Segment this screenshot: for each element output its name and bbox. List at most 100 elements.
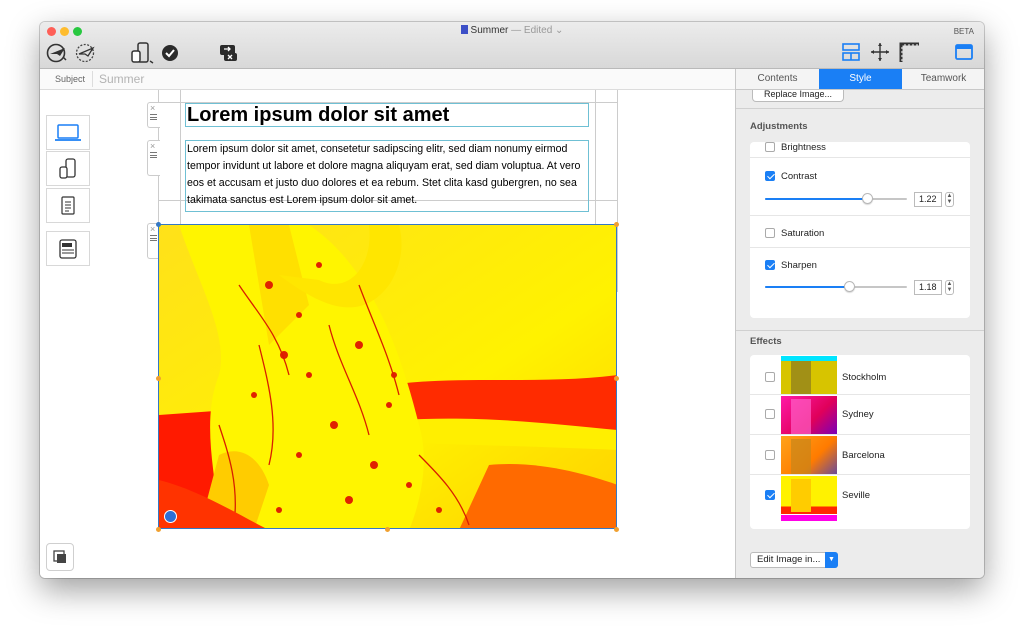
brightness-label: Brightness xyxy=(781,142,826,153)
ruler-icon[interactable] xyxy=(898,41,920,63)
effect-sydney[interactable]: Sydney xyxy=(750,395,970,435)
thumbnail-overflow xyxy=(781,515,837,521)
close-icon[interactable]: × xyxy=(150,103,155,113)
document-preview-button[interactable] xyxy=(46,188,90,223)
contrast-stepper[interactable]: ▲ ▼ xyxy=(945,192,954,207)
share-plane-icon[interactable] xyxy=(45,42,69,64)
image-edit-badge[interactable] xyxy=(164,510,177,523)
effect-barcelona[interactable]: Barcelona xyxy=(750,435,970,475)
barcelona-thumbnail xyxy=(781,436,837,474)
contrast-slider-knob[interactable] xyxy=(862,193,873,204)
beta-badge: BETA xyxy=(953,27,974,36)
move-icon[interactable] xyxy=(869,41,891,63)
sharpen-stepper[interactable]: ▲ ▼ xyxy=(945,280,954,295)
barcelona-checkbox[interactable] xyxy=(765,450,775,460)
saturation-checkbox[interactable] xyxy=(765,228,775,238)
barcelona-label: Barcelona xyxy=(842,450,885,461)
effects-title: Effects xyxy=(750,336,782,347)
contrast-value-field[interactable]: 1.22 xyxy=(914,192,942,207)
device-preview-icon[interactable] xyxy=(130,41,156,65)
subject-label: Subject xyxy=(55,74,86,84)
seville-checkbox[interactable] xyxy=(765,490,775,500)
sharpen-row: Sharpen 1.18 ▲ ▼ xyxy=(750,248,970,318)
check-badge-icon[interactable] xyxy=(161,44,179,62)
divider xyxy=(92,71,93,87)
sharpen-label: Sharpen xyxy=(781,260,817,271)
subject-bar: Subject Summer xyxy=(40,69,735,90)
laptop-icon xyxy=(55,123,81,141)
thumb-figure xyxy=(791,399,811,434)
stockholm-checkbox[interactable] xyxy=(765,372,775,382)
menu-icon[interactable] xyxy=(150,114,157,120)
newsletter-preview-button[interactable] xyxy=(46,231,90,266)
brightness-checkbox[interactable] xyxy=(765,142,775,152)
tab-teamwork[interactable]: Teamwork xyxy=(902,69,984,89)
toolbar: Summer — Edited ⌄ BETA xyxy=(40,22,984,69)
block-handle[interactable]: × xyxy=(147,102,160,128)
paragraph-text[interactable]: Lorem ipsum dolor sit amet, consetetur s… xyxy=(185,140,589,212)
resize-handle[interactable] xyxy=(614,376,619,381)
thumb-figure xyxy=(791,361,811,394)
phone-tablet-icon xyxy=(59,157,76,179)
resize-handle[interactable] xyxy=(614,222,619,227)
sidebar-toggle-icon[interactable] xyxy=(954,42,974,62)
stockholm-label: Stockholm xyxy=(842,372,887,383)
close-icon[interactable]: × xyxy=(150,224,155,234)
sharpen-checkbox[interactable] xyxy=(765,260,775,270)
seville-label: Seville xyxy=(842,490,870,501)
chevron-down-icon[interactable]: ⌄ xyxy=(552,25,563,36)
block-handle[interactable]: × xyxy=(147,140,160,176)
chevron-down-icon[interactable]: ▼ xyxy=(825,552,838,568)
resize-handle[interactable] xyxy=(385,527,390,532)
tab-style[interactable]: Style xyxy=(819,69,902,89)
seville-thumbnail xyxy=(781,476,837,514)
sharpen-slider[interactable] xyxy=(765,286,907,288)
subject-input[interactable]: Summer xyxy=(99,72,144,86)
contrast-slider[interactable] xyxy=(765,198,907,200)
saturation-row: Saturation xyxy=(750,216,970,248)
effect-stockholm[interactable]: Stockholm xyxy=(750,355,970,395)
resize-handle[interactable] xyxy=(614,527,619,532)
layout-icon[interactable] xyxy=(840,41,862,63)
resize-handle[interactable] xyxy=(156,527,161,532)
heading-text[interactable]: Lorem ipsum dolor sit amet xyxy=(185,103,589,127)
resize-handle[interactable] xyxy=(156,376,161,381)
saturation-label: Saturation xyxy=(781,228,825,239)
layers-icon xyxy=(53,550,66,563)
publish-plane-icon[interactable] xyxy=(73,42,97,64)
window-title: Summer — Edited ⌄ xyxy=(40,25,984,36)
sharpen-slider-knob[interactable] xyxy=(844,281,855,292)
contrast-label: Contrast xyxy=(781,171,817,182)
sharpen-value-field[interactable]: 1.18 xyxy=(914,280,942,295)
contrast-slider-fill xyxy=(765,198,867,200)
layers-button[interactable] xyxy=(46,543,74,571)
divider xyxy=(736,108,984,109)
close-icon[interactable]: × xyxy=(150,141,155,151)
sharpen-slider-fill xyxy=(765,286,849,288)
mobile-preview-button[interactable] xyxy=(46,151,90,186)
tab-contents[interactable]: Contents xyxy=(736,69,819,89)
effects-card: Stockholm Sydney Barcelona Seville xyxy=(750,355,970,529)
divider xyxy=(736,330,984,331)
contrast-checkbox[interactable] xyxy=(765,171,775,181)
edited-status: — Edited xyxy=(511,25,553,36)
effect-seville[interactable]: Seville xyxy=(750,475,970,529)
sydney-checkbox[interactable] xyxy=(765,409,775,419)
contrast-row: Contrast 1.22 ▲ ▼ xyxy=(750,158,970,216)
thumb-figure xyxy=(791,479,811,512)
menu-icon[interactable] xyxy=(150,152,157,158)
resize-handle[interactable] xyxy=(156,222,161,227)
summer-photo[interactable] xyxy=(158,224,617,529)
document-name: Summer xyxy=(470,25,509,36)
sydney-label: Sydney xyxy=(842,409,874,420)
sydney-thumbnail xyxy=(781,396,837,434)
stockholm-thumbnail xyxy=(781,356,837,394)
comments-icon[interactable] xyxy=(218,42,240,64)
thumb-figure xyxy=(791,439,811,474)
inspector-tabs: Contents Style Teamwork xyxy=(736,69,984,90)
editor-canvas: × × × Lorem ipsum dolor sit amet Lorem i… xyxy=(40,90,735,578)
menu-icon[interactable] xyxy=(150,235,157,241)
laptop-preview-button[interactable] xyxy=(46,115,90,150)
newsletter-icon xyxy=(59,238,77,259)
replace-image-button[interactable]: Replace Image... xyxy=(752,90,844,102)
